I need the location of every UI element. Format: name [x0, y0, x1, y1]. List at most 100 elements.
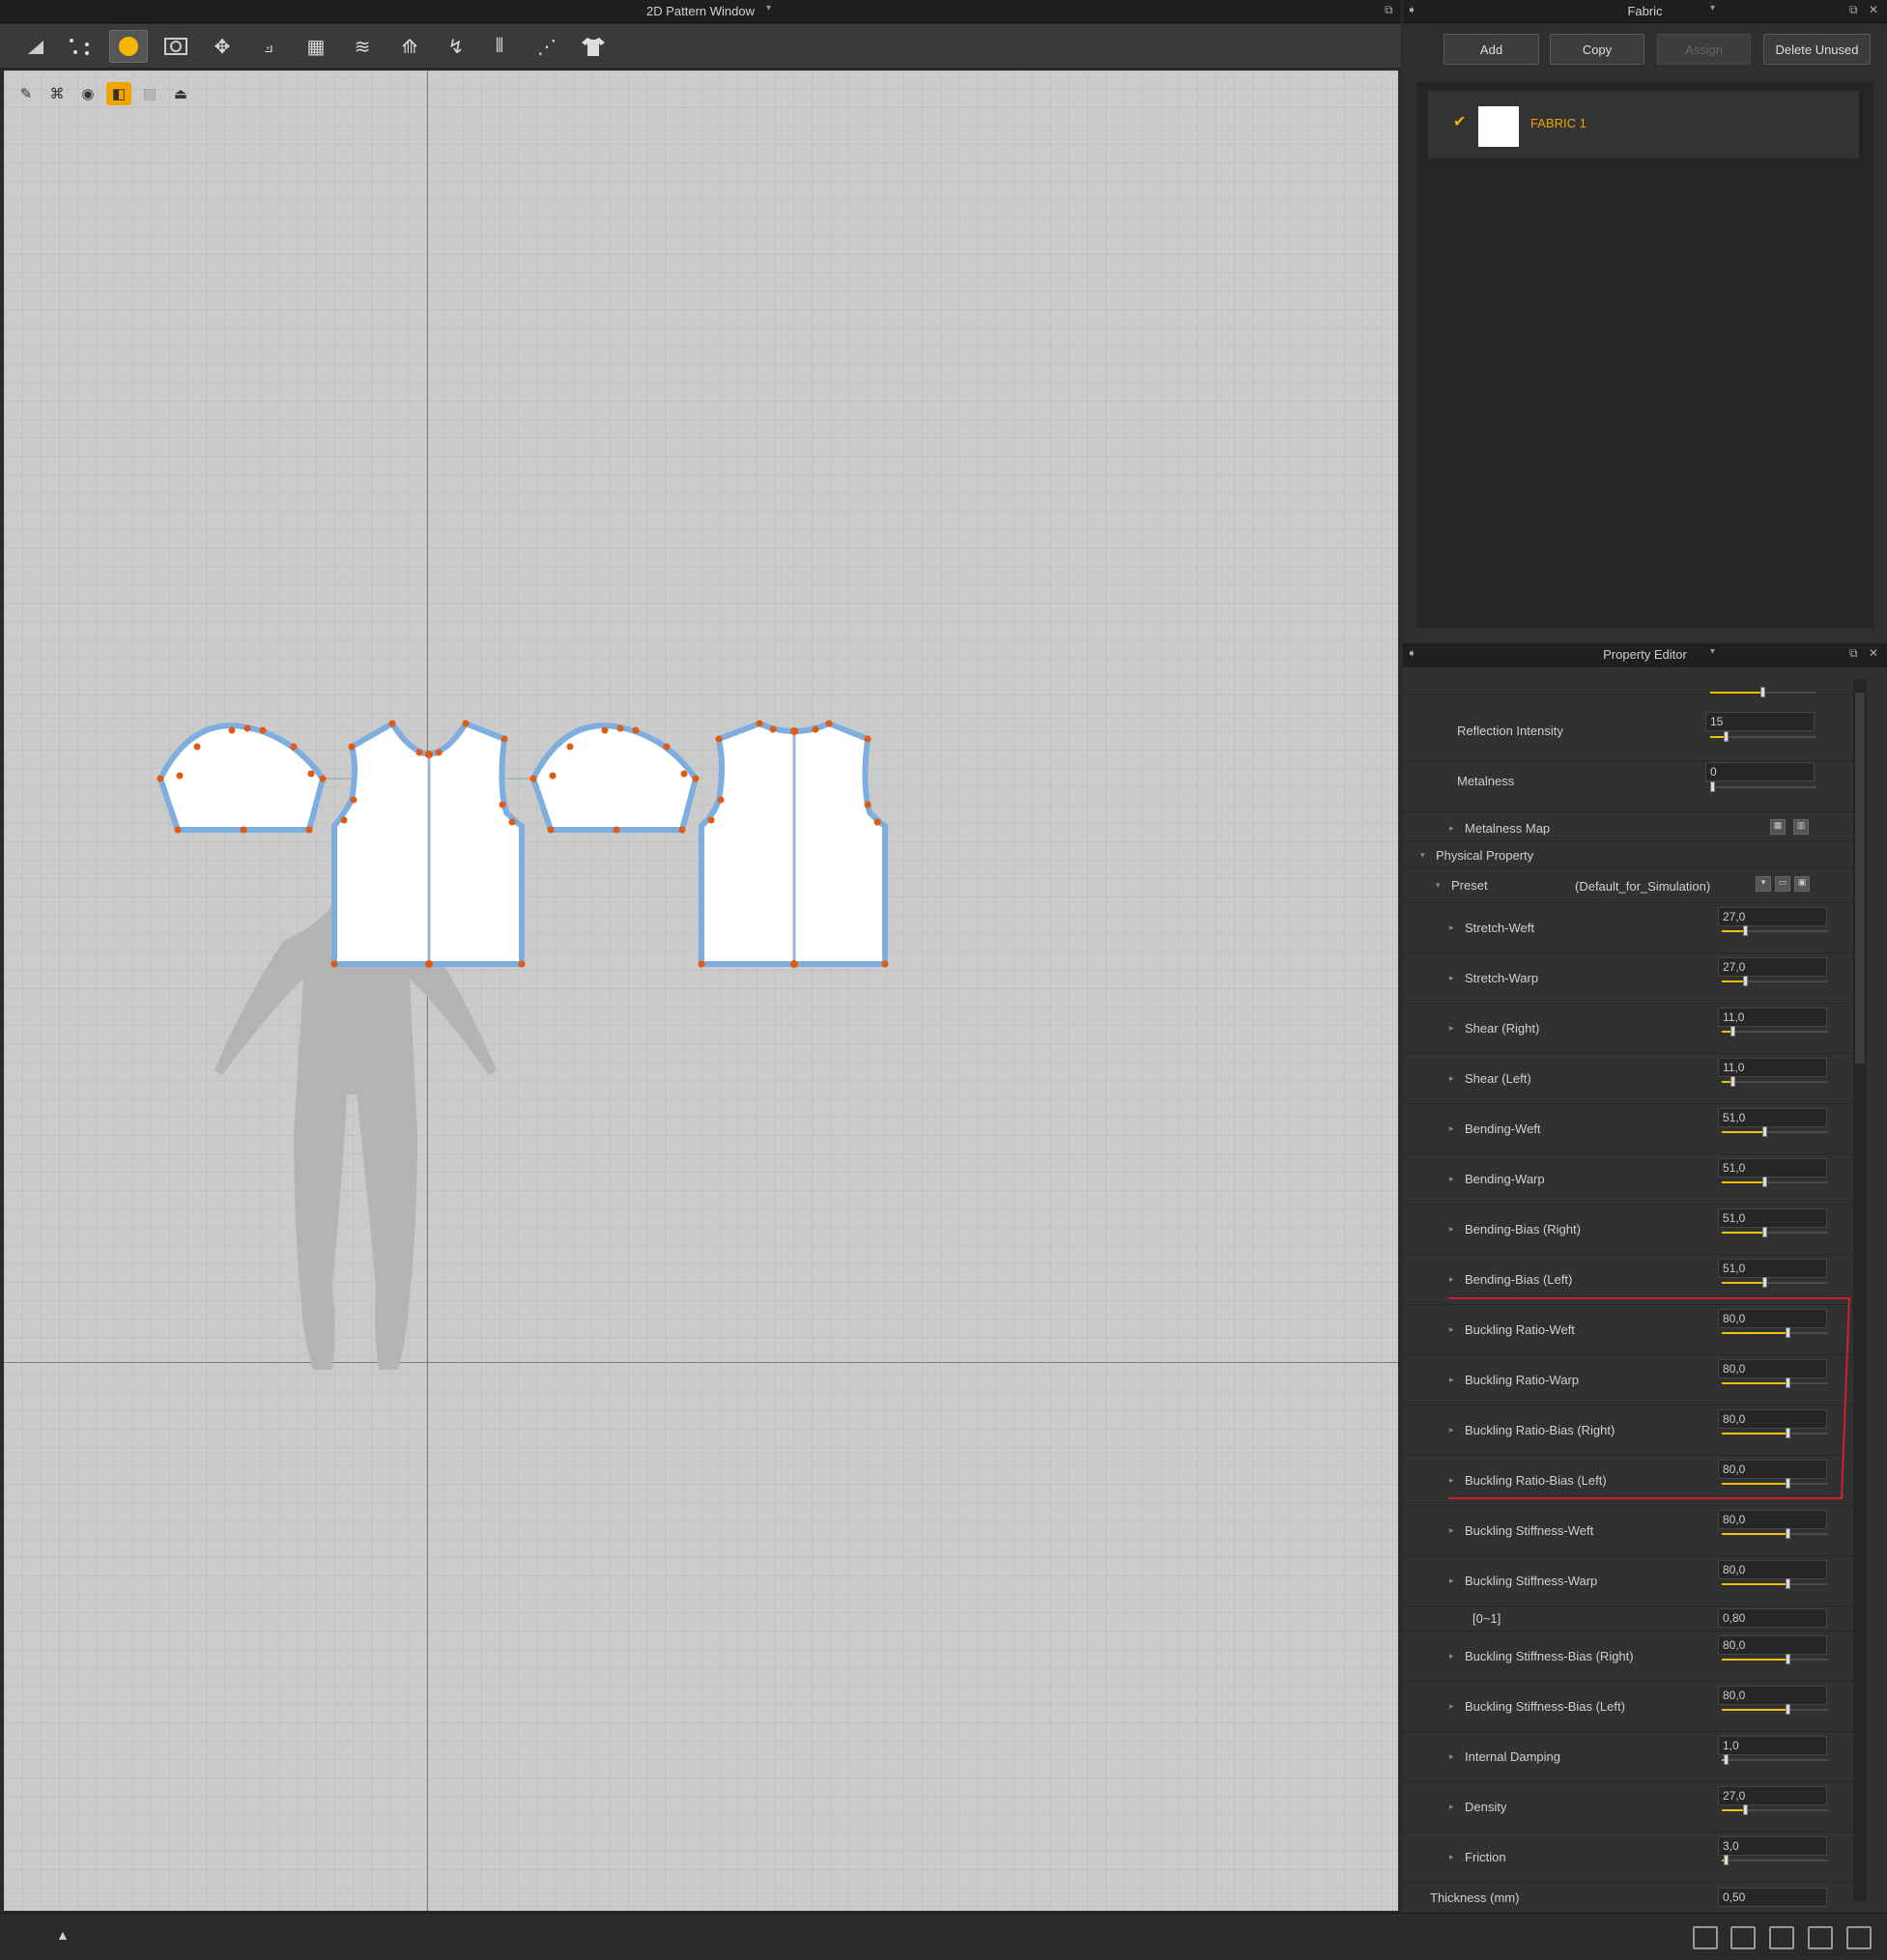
internal-damping-input[interactable]: 1,0 [1718, 1736, 1827, 1755]
expand-arrow-icon[interactable]: ▸ [1449, 1475, 1454, 1486]
grid-edit-icon[interactable]: ▦ [297, 30, 335, 63]
collapse-arrow-icon[interactable]: ▾ [1436, 880, 1441, 891]
chevron-down-icon[interactable]: ▾ [1756, 876, 1771, 892]
buckling-stiffness-bias-left-input[interactable]: 80,0 [1718, 1686, 1827, 1705]
stretch-warp-input[interactable]: 27,0 [1718, 957, 1827, 977]
metalness-slider[interactable] [1710, 781, 1816, 792]
close-icon[interactable]: ✕ [1869, 646, 1878, 660]
undock-icon[interactable]: ⧉ [1849, 3, 1858, 17]
physical-property-row[interactable]: ▾ Physical Property [1403, 841, 1865, 868]
buckling-stiffness-weft-slider[interactable] [1722, 1528, 1828, 1539]
trash-icon[interactable]: ▥ [1793, 819, 1809, 835]
expand-arrow-icon[interactable]: ▸ [1449, 973, 1454, 983]
copy-button[interactable]: Copy [1550, 34, 1644, 65]
close-icon[interactable]: ✕ [1869, 3, 1878, 16]
texture-grid-icon[interactable]: ▦ [1770, 819, 1786, 835]
property-menu-chevron-icon[interactable]: ▾ [1710, 646, 1715, 657]
split-view-icon[interactable] [1730, 1926, 1756, 1949]
expand-arrow-icon[interactable]: ▸ [1449, 1023, 1454, 1034]
expand-arrow-icon[interactable]: ▸ [1449, 923, 1454, 933]
friction-slider[interactable] [1722, 1855, 1828, 1865]
expand-arrow-icon[interactable]: ▸ [1449, 1324, 1454, 1335]
buckling-ratio-weft-input[interactable]: 80,0 [1718, 1309, 1827, 1328]
buckling-ratio-warp-input[interactable]: 80,0 [1718, 1359, 1827, 1378]
internal-shape-icon[interactable] [157, 30, 195, 63]
density-input[interactable]: 27,0 [1718, 1786, 1827, 1805]
stretch-weft-slider[interactable] [1722, 925, 1828, 936]
buckling-ratio-weft-slider[interactable] [1722, 1327, 1828, 1338]
topstitch-icon[interactable]: ⋰ [528, 30, 566, 63]
sewing-pattern-icon[interactable] [109, 30, 148, 63]
folder-icon[interactable]: ▭ [1775, 876, 1790, 892]
buckling-stiffness-warp-input[interactable]: 80,0 [1718, 1560, 1827, 1579]
edge-line-icon[interactable]: ⫴ [480, 30, 519, 63]
metalness-map-row[interactable]: ▸ Metalness Map ▦ ▥ [1403, 812, 1865, 841]
single-view-icon[interactable] [1693, 1926, 1718, 1949]
fold-arrangement-icon[interactable]: ⟓ [249, 30, 288, 63]
expand-arrow-icon[interactable]: ▸ [1449, 1576, 1454, 1586]
save-icon[interactable]: ▣ [1794, 876, 1810, 892]
buckling-stiffness-bias-right-slider[interactable] [1722, 1654, 1828, 1664]
add-button[interactable]: Add [1444, 34, 1539, 65]
buckling-stiffness-bias-left-slider[interactable] [1722, 1704, 1828, 1715]
bending-bias-left-input[interactable]: 51,0 [1718, 1259, 1827, 1278]
buckling-stiffness-warp-slider[interactable] [1722, 1578, 1828, 1589]
reflection-intensity-input[interactable]: 15 [1705, 712, 1815, 731]
buckling-ratio-bias-right-input[interactable]: 80,0 [1718, 1409, 1827, 1429]
scrollbar-thumb[interactable] [1855, 693, 1865, 1064]
stretch-weft-input[interactable]: 27,0 [1718, 907, 1827, 926]
expand-arrow-icon[interactable]: ▸ [1449, 1274, 1454, 1285]
expand-arrow-icon[interactable]: ▸ [1449, 1174, 1454, 1184]
shear-right-input[interactable]: 11,0 [1718, 1008, 1827, 1027]
expand-arrow-icon[interactable]: ▸ [1449, 1123, 1454, 1134]
bending-bias-right-slider[interactable] [1722, 1227, 1828, 1237]
shear-left-input[interactable]: 11,0 [1718, 1058, 1827, 1077]
stretch-warp-slider[interactable] [1722, 976, 1828, 986]
bending-warp-input[interactable]: 51,0 [1718, 1158, 1827, 1178]
fabric-menu-chevron-icon[interactable]: ▾ [1710, 3, 1715, 14]
bending-bias-left-slider[interactable] [1722, 1277, 1828, 1288]
bending-warp-slider[interactable] [1722, 1177, 1828, 1187]
expand-arrow-icon[interactable]: ▸ [1449, 1751, 1454, 1762]
bending-weft-input[interactable]: 51,0 [1718, 1108, 1827, 1127]
thickness-input[interactable]: 0,50 [1718, 1888, 1827, 1907]
delete-unused-button[interactable]: Delete Unused [1763, 34, 1871, 65]
fabric-list-item[interactable]: ✔ FABRIC 1 [1428, 91, 1859, 158]
buckling-ratio-warp-slider[interactable] [1722, 1378, 1828, 1388]
buckling-stiffness-weft-input[interactable]: 80,0 [1718, 1510, 1827, 1529]
shear-left-slider[interactable] [1722, 1076, 1828, 1087]
expand-arrow-icon[interactable]: ▸ [1449, 1701, 1454, 1712]
reflection-intensity-slider[interactable] [1710, 731, 1816, 742]
free-sewing-icon[interactable]: ↯ [437, 30, 475, 63]
expand-arrow-icon[interactable]: ▸ [1449, 1073, 1454, 1084]
expand-arrow-icon[interactable]: ▸ [1449, 1425, 1454, 1435]
segment-sewing-icon[interactable]: ⟰ [390, 30, 429, 63]
range-input[interactable]: 0,80 [1718, 1608, 1827, 1628]
buckling-stiffness-bias-right-input[interactable]: 80,0 [1718, 1635, 1827, 1655]
custom-view-icon[interactable] [1846, 1926, 1872, 1949]
partial-slider[interactable] [1710, 687, 1816, 697]
expand-arrow-icon[interactable]: ▸ [1449, 1525, 1454, 1536]
metalness-input[interactable]: 0 [1705, 762, 1815, 781]
expand-arrow-icon[interactable]: ▸ [1449, 1802, 1454, 1812]
garment-icon[interactable] [574, 30, 613, 63]
internal-damping-slider[interactable] [1722, 1754, 1828, 1765]
buckling-ratio-bias-right-slider[interactable] [1722, 1428, 1828, 1438]
bending-bias-right-input[interactable]: 51,0 [1718, 1208, 1827, 1228]
friction-input[interactable]: 3,0 [1718, 1836, 1827, 1856]
expand-up-icon[interactable]: ▲ [56, 1927, 70, 1943]
pattern-canvas[interactable]: ✎ ⌘ ◉ ◧ ▤ ⏏ [4, 71, 1398, 1911]
quad-view-icon[interactable] [1808, 1926, 1833, 1949]
undock-icon[interactable]: ⧉ [1385, 3, 1393, 17]
expand-arrow-icon[interactable]: ▸ [1449, 1852, 1454, 1862]
triple-view-icon[interactable] [1769, 1926, 1794, 1949]
assign-button[interactable]: Assign [1657, 34, 1751, 65]
avatar-arrangement-icon[interactable]: ✥ [203, 30, 242, 63]
undock-icon[interactable]: ⧉ [1849, 646, 1858, 661]
preset-value[interactable]: (Default_for_Simulation) [1575, 879, 1710, 894]
expand-arrow-icon[interactable]: ▸ [1449, 1375, 1454, 1385]
transform-points-icon[interactable] [60, 30, 99, 63]
buckling-ratio-bias-left-input[interactable]: 80,0 [1718, 1460, 1827, 1479]
density-slider[interactable] [1722, 1804, 1828, 1815]
collapse-arrow-icon[interactable]: ▾ [1420, 850, 1425, 861]
